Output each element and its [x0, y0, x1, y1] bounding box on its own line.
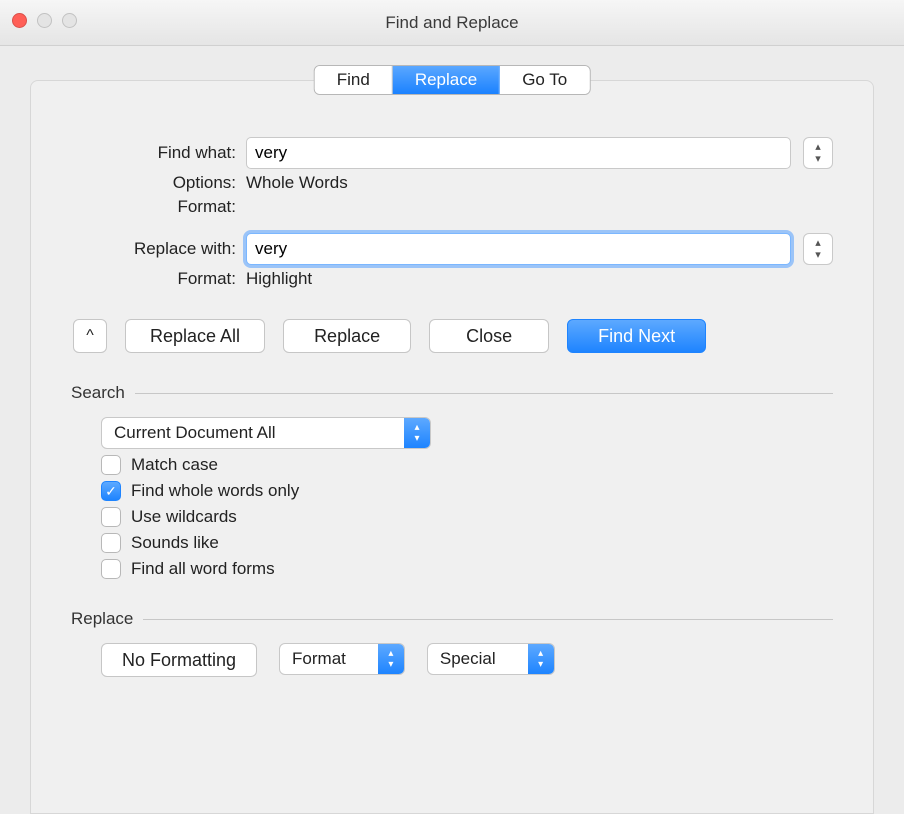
section-rule: [135, 393, 833, 394]
replace-all-button[interactable]: Replace All: [125, 319, 265, 353]
updown-arrows-icon: ▴▾: [404, 418, 430, 448]
replace-with-input[interactable]: [246, 233, 791, 265]
search-section-title: Search: [71, 383, 125, 403]
check-icon: ✓: [105, 483, 117, 500]
window-zoom-button[interactable]: [62, 13, 77, 28]
wildcards-checkbox[interactable]: [101, 507, 121, 527]
section-rule: [143, 619, 833, 620]
find-what-input[interactable]: [246, 137, 791, 169]
format-select-value: Format: [280, 644, 358, 674]
whole-words-checkbox[interactable]: ✓: [101, 481, 121, 501]
replace-format-value: Highlight: [246, 269, 833, 289]
replace-button[interactable]: Replace: [283, 319, 411, 353]
tab-find[interactable]: Find: [315, 66, 393, 94]
tab-goto[interactable]: Go To: [500, 66, 589, 94]
special-select[interactable]: Special ▴▾: [427, 643, 555, 675]
window-traffic-lights: [12, 13, 77, 28]
word-forms-checkbox[interactable]: [101, 559, 121, 579]
tab-replace[interactable]: Replace: [393, 66, 500, 94]
window-title: Find and Replace: [385, 13, 518, 33]
replace-with-label: Replace with:: [71, 239, 246, 259]
close-button[interactable]: Close: [429, 319, 549, 353]
no-formatting-button[interactable]: No Formatting: [101, 643, 257, 677]
match-case-checkbox[interactable]: [101, 455, 121, 475]
search-scope-select[interactable]: Current Document All ▴▾: [101, 417, 431, 449]
replace-section-title: Replace: [71, 609, 133, 629]
find-history-stepper[interactable]: ▴ ▾: [803, 137, 833, 169]
whole-words-label: Find whole words only: [131, 481, 299, 501]
find-next-button[interactable]: Find Next: [567, 319, 706, 353]
updown-arrows-icon: ▴▾: [528, 644, 554, 674]
chevron-down-icon: ▾: [815, 154, 821, 165]
word-forms-label: Find all word forms: [131, 559, 275, 579]
window-titlebar: Find and Replace: [0, 0, 904, 46]
wildcards-label: Use wildcards: [131, 507, 237, 527]
find-format-label: Format:: [71, 197, 246, 217]
replace-format-label: Format:: [71, 269, 246, 289]
replace-history-stepper[interactable]: ▴ ▾: [803, 233, 833, 265]
sounds-like-label: Sounds like: [131, 533, 219, 553]
chevron-down-icon: ▾: [815, 250, 821, 261]
collapse-toggle-button[interactable]: ^: [73, 319, 107, 353]
special-select-value: Special: [428, 644, 508, 674]
window-close-button[interactable]: [12, 13, 27, 28]
find-what-label: Find what:: [71, 143, 246, 163]
mode-tabs: Find Replace Go To: [314, 65, 591, 95]
window-minimize-button[interactable]: [37, 13, 52, 28]
search-scope-value: Current Document All: [102, 418, 288, 448]
match-case-label: Match case: [131, 455, 218, 475]
chevron-up-icon: ^: [86, 327, 94, 345]
sounds-like-checkbox[interactable]: [101, 533, 121, 553]
chevron-up-icon: ▴: [815, 238, 821, 249]
format-select[interactable]: Format ▴▾: [279, 643, 405, 675]
find-options-label: Options:: [71, 173, 246, 193]
find-options-value: Whole Words: [246, 173, 833, 193]
dialog-panel: Find Replace Go To Find what: ▴ ▾ Option…: [30, 80, 874, 814]
chevron-up-icon: ▴: [815, 142, 821, 153]
updown-arrows-icon: ▴▾: [378, 644, 404, 674]
